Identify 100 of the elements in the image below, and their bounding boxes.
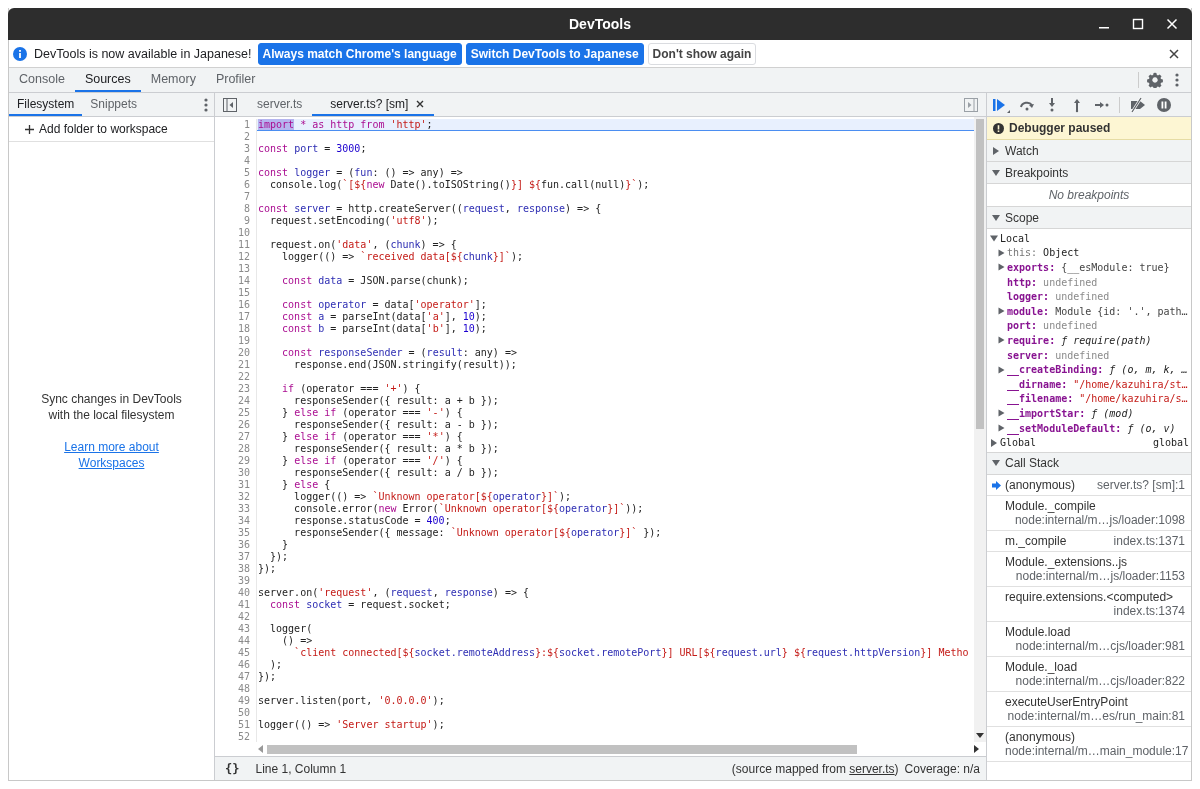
add-folder-link[interactable]: Add folder to workspace [39,122,168,136]
property-value: ƒ (mod) [1091,407,1134,419]
frame-location: node:internal/m…cjs/loader:822 [1015,673,1185,688]
code-line: logger( [269,623,313,634]
pretty-print-button[interactable]: {} [221,761,244,776]
property-name: logger: [1007,291,1050,303]
code-line: console.log(`[${new Date().toISOString()}] ${fun.call(null)}`); [269,179,650,190]
pause-on-exceptions-icon[interactable] [1156,96,1172,113]
code-line: const server = http.createServer((request, response) => { [258,203,602,214]
cursor-position: Line 1, Column 1 [255,761,347,776]
property-value: Object [1043,247,1080,259]
section-header[interactable]: Scope [987,207,1191,229]
frame-location: node:internal/m…cjs/loader:981 [1015,638,1185,653]
code-line: const data = JSON.parse(chunk); [281,275,469,286]
frame-location: node:internal/m…js/loader:1098 [1014,512,1185,527]
code-line: logger(() => 'Server startup'); [258,719,445,730]
frame-location: node:internal/m…main_module:17 [1005,743,1189,758]
call-frame[interactable]: Module._compile node:internal/m…js/loader:1098 [987,495,1191,531]
call-frame[interactable]: executeUserEntryPoint node:internal/m…es/run_main:81 [987,691,1191,727]
infobar-button[interactable]: Switch DevTools to Japanese [465,42,644,65]
code-line: response.end(JSON.stringify(result)); [293,359,517,370]
code-line: ); [269,659,283,670]
scroll-down-icon[interactable] [976,733,984,739]
file-tab[interactable]: server.ts? [sm] [312,93,435,116]
debugger-toggle-icon[interactable] [964,97,978,112]
collapsed-triangle-icon[interactable] [998,336,1005,345]
plus-icon[interactable] [25,124,34,134]
infobar-button[interactable]: Always match Chrome's language [257,42,462,65]
code-line: } else if (operator === '/') { [281,455,463,466]
code-line: } else if (operator === '*') { [281,431,463,442]
property-value: undefined [1055,349,1110,361]
function-name: (anonymous) [1005,477,1076,492]
more-options-icon[interactable] [1175,72,1179,88]
function-name: Module._extensions..js [1005,554,1128,569]
call-frame[interactable]: require.extensions.<computed> index.ts:1374 [987,586,1191,622]
call-frame[interactable]: (anonymous) node:internal/m…main_module:17 [987,726,1191,762]
close-icon[interactable] [1169,48,1179,59]
scroll-thumb[interactable] [267,744,857,754]
navigator-tab[interactable]: Snippets [82,93,146,116]
panel-tab[interactable]: Profiler [205,68,266,92]
code-line: logger(() => `Unknown operator[${operator}]`); [293,491,572,502]
scrollbar[interactable] [974,117,986,742]
property-name: exports: [1007,262,1056,273]
panel-tab[interactable]: Memory [140,68,206,92]
code-line: }); [258,671,277,682]
section-header[interactable]: Watch [987,140,1191,162]
call-frame[interactable]: Module._load node:internal/m…cjs/loader:822 [987,656,1191,692]
function-name: require.extensions.<computed> [1005,589,1174,604]
file-tab[interactable]: server.ts [245,93,313,116]
info-icon [13,46,27,61]
scroll-thumb[interactable] [976,119,984,429]
deactivate-breakpoints-icon[interactable] [1129,96,1147,113]
function-name: Module._load [1005,659,1078,674]
info-message: DevTools is now available in Japanese! [34,46,252,61]
panel-tab[interactable]: Console [9,68,75,92]
section-header[interactable]: Breakpoints [987,162,1191,184]
collapsed-triangle-icon[interactable] [998,365,1005,374]
close-icon[interactable] [416,99,425,108]
property-name: __createBinding: [1007,364,1104,376]
frame-location: node:internal/m…es/run_main:81 [1007,708,1185,723]
learn-more-link[interactable]: Learn more about Workspaces [61,439,162,471]
sidebar-toggle-icon[interactable] [223,97,237,112]
property-name: http: [1007,276,1038,288]
property-value: ƒ require(path) [1061,334,1152,346]
settings-icon[interactable] [1147,72,1163,88]
call-frame[interactable]: Module.load node:internal/m…cjs/loader:981 [987,621,1191,657]
property-name: __dirname: [1007,378,1068,390]
function-name: executeUserEntryPoint [1005,694,1128,709]
property-value: undefined [1055,291,1110,303]
scope-name: Global [1000,437,1037,449]
expanded-triangle-icon [991,167,1001,178]
collapsed-triangle-icon [991,145,1001,156]
current-frame-arrow-icon [992,480,1001,490]
scroll-left-icon[interactable] [257,745,263,753]
frame-location: index.ts:1371 [1113,533,1185,548]
call-frame[interactable]: Module._extensions..js node:internal/m…js/loader:1153 [987,551,1191,587]
scope-group[interactable]: Local [990,231,1189,246]
frame-location: node:internal/m…js/loader:1153 [1015,568,1185,583]
code-line: console.error(new Error(`Unknown operator[${operator}]`)); [293,503,644,514]
code-line: responseSender({ message: `Unknown operator[${operator}]` }); [293,527,662,538]
scroll-right-icon[interactable] [974,745,980,753]
maximize-icon[interactable] [1132,18,1144,30]
resume-icon[interactable] [992,96,1010,113]
property-value: undefined [1043,276,1098,288]
scope-group[interactable]: Global global [990,435,1189,450]
navigator-tab[interactable]: Filesystem [9,93,83,116]
expanded-triangle-icon [991,212,1001,223]
frame-location: index.ts:1374 [1113,603,1185,618]
empty-message: Sync changes in DevTools with the local filesystem [40,391,183,423]
infobar-button[interactable]: Don't show again [647,42,757,65]
collapsed-triangle-icon[interactable] [998,307,1005,316]
property-name: server: [1007,349,1050,361]
code-line: response.statusCode = 400; [293,515,451,526]
source-link[interactable]: server.ts [849,761,895,776]
call-frame[interactable]: m._compile index.ts:1371 [987,530,1191,552]
code-line: } else { [281,479,331,490]
more-options-icon[interactable] [204,96,208,113]
code-line: const operator = data['operator']; [281,299,487,310]
scope-value: global [1152,437,1189,449]
section-header[interactable]: Call Stack [987,452,1191,475]
